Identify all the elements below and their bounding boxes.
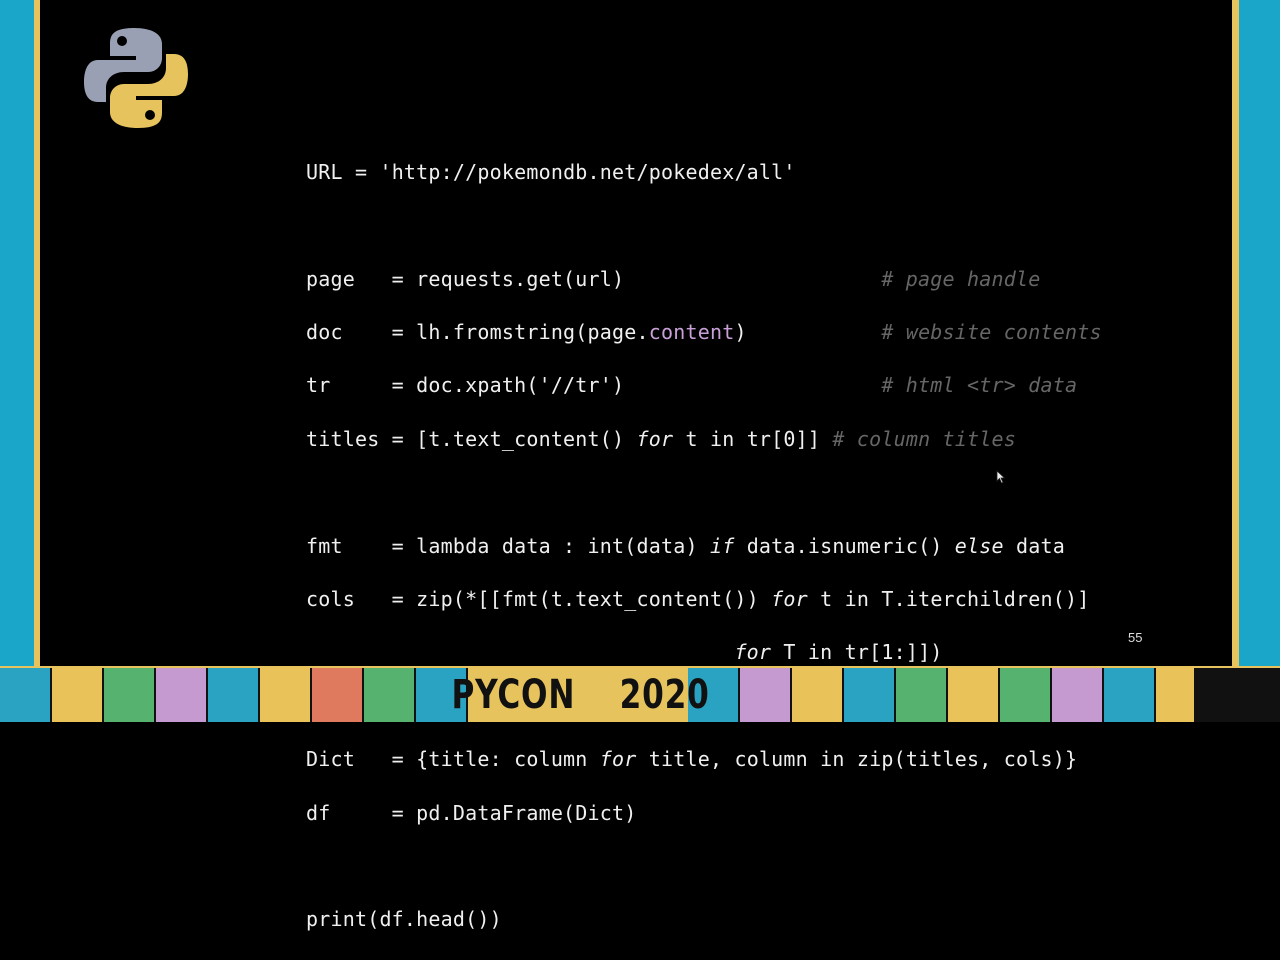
banner-tile-gauge [792, 668, 844, 722]
banner-tile-bars [208, 668, 260, 722]
code-line: URL = 'http://pokemondb.net/pokedex/all' [306, 159, 796, 184]
code-comment: # html <tr> data [881, 373, 1078, 398]
mouse-pointer-icon [996, 470, 1006, 484]
code-line: df = pd.DataFrame(Dict) [306, 800, 637, 825]
code-line: page = requests.get(url) # page handle [306, 266, 1041, 291]
banner-tile-blocks [312, 668, 364, 722]
code-line: fmt = lambda data : int(data) if data.is… [306, 533, 1065, 558]
banner-tile-terminal-right [896, 668, 948, 722]
left-frame-border [0, 0, 40, 666]
pycon-banner: PYCON 2020 [0, 666, 1280, 722]
banner-tile-bars-right [1104, 668, 1156, 722]
code-block: URL = 'http://pokemondb.net/pokedex/all'… [306, 132, 1102, 960]
right-frame-border [1232, 0, 1280, 666]
banner-tile-stripes [740, 668, 792, 722]
code-string-url: 'http://pokemondb.net/pokedex/all' [379, 159, 796, 184]
pycon-year: 2020 [619, 672, 710, 718]
code-line: titles = [t.text_content() for t in tr[0… [306, 426, 1017, 451]
banner-tile-terminal [0, 668, 52, 722]
banner-tile-robot [260, 668, 312, 722]
pycon-word: PYCON [451, 672, 576, 718]
code-comment: # page handle [881, 266, 1041, 291]
code-line: for T in tr[1:]]) [734, 640, 943, 665]
banner-tile-diamond [156, 668, 208, 722]
code-line: tr = doc.xpath('//tr') # html <tr> data [306, 373, 1078, 398]
banner-tile-robot-right [1156, 668, 1196, 722]
code-line: cols = zip(*[[fmt(t.text_content()) for … [306, 586, 1090, 611]
banner-tile-chevron [52, 668, 104, 722]
python-logo-icon [84, 28, 188, 128]
banner-tile-diamond-right [1052, 668, 1104, 722]
slide-page-number: 55 [1128, 630, 1143, 645]
banner-tile-window [844, 668, 896, 722]
pycon-logo: PYCON 2020 [451, 668, 709, 722]
banner-tile-chevron-right [948, 668, 1000, 722]
banner-tile-tools [364, 668, 416, 722]
code-line: Dict = {title: column for title, column … [306, 747, 1078, 772]
code-comment: # column titles [832, 426, 1017, 451]
code-line: print(df.head()) [306, 907, 502, 932]
code-comment: # website contents [881, 319, 1102, 344]
banner-tile-laurel [104, 668, 156, 722]
banner-tile-laurel-right [1000, 668, 1052, 722]
code-line: doc = lh.fromstring(page.content) # webs… [306, 319, 1102, 344]
